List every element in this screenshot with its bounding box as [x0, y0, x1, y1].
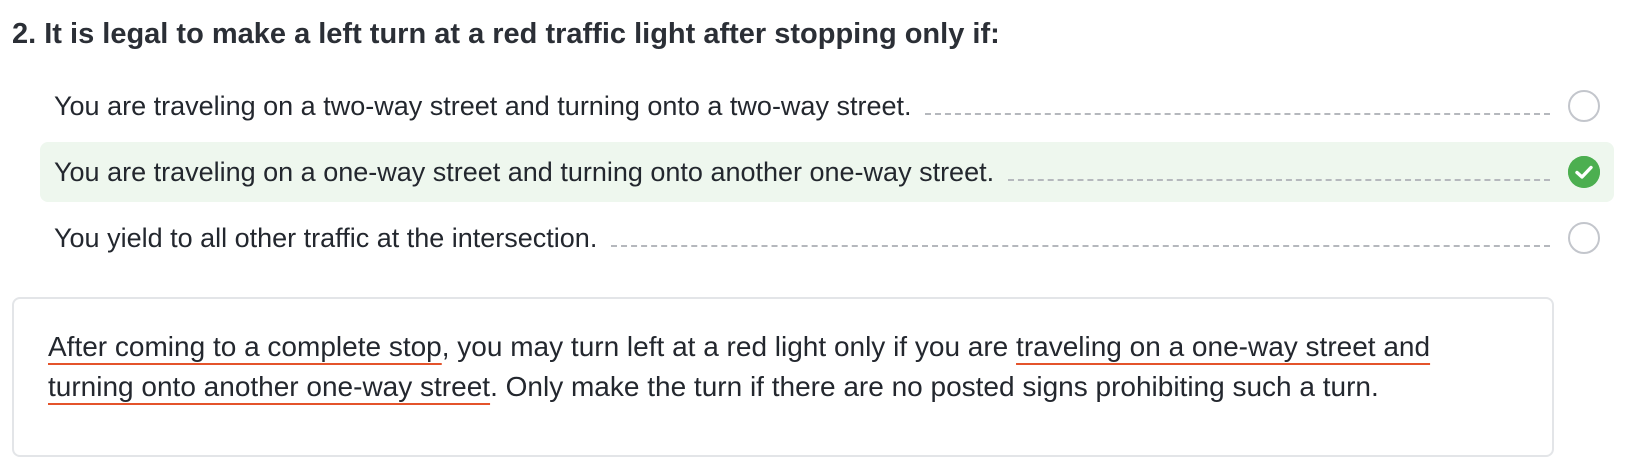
answer-option-1[interactable]: You are traveling on a two-way street an…	[40, 76, 1614, 136]
explanation-box: After coming to a complete stop, you may…	[12, 297, 1554, 457]
answer-options: You are traveling on a two-way street an…	[40, 76, 1614, 274]
answer-option-3[interactable]: You yield to all other traffic at the in…	[40, 208, 1614, 268]
explanation-highlight: After coming to a complete stop	[48, 331, 442, 362]
dotted-leader	[1008, 179, 1550, 181]
answer-option-2[interactable]: You are traveling on a one-way street an…	[40, 142, 1614, 202]
answer-option-label: You are traveling on a two-way street an…	[54, 90, 912, 121]
question-number: 2.	[12, 18, 37, 50]
question-heading: 2. It is legal to make a left turn at a …	[12, 18, 1000, 51]
answer-option-label: You yield to all other traffic at the in…	[54, 222, 598, 253]
check-circle-icon[interactable]	[1568, 156, 1600, 188]
radio-empty-icon[interactable]	[1568, 222, 1600, 254]
dotted-leader	[925, 113, 1550, 115]
explanation-segment: , you may turn left at a red light only …	[441, 331, 1017, 362]
explanation-text: After coming to a complete stop, you may…	[48, 327, 1518, 407]
explanation-segment: . Only make the turn if there are no pos…	[490, 371, 1379, 402]
radio-empty-icon[interactable]	[1568, 90, 1600, 122]
dotted-leader	[611, 245, 1550, 247]
question-text: It is legal to make a left turn at a red…	[44, 18, 1000, 50]
answer-option-label: You are traveling on a one-way street an…	[54, 156, 995, 187]
checkmark-icon	[1568, 156, 1600, 188]
